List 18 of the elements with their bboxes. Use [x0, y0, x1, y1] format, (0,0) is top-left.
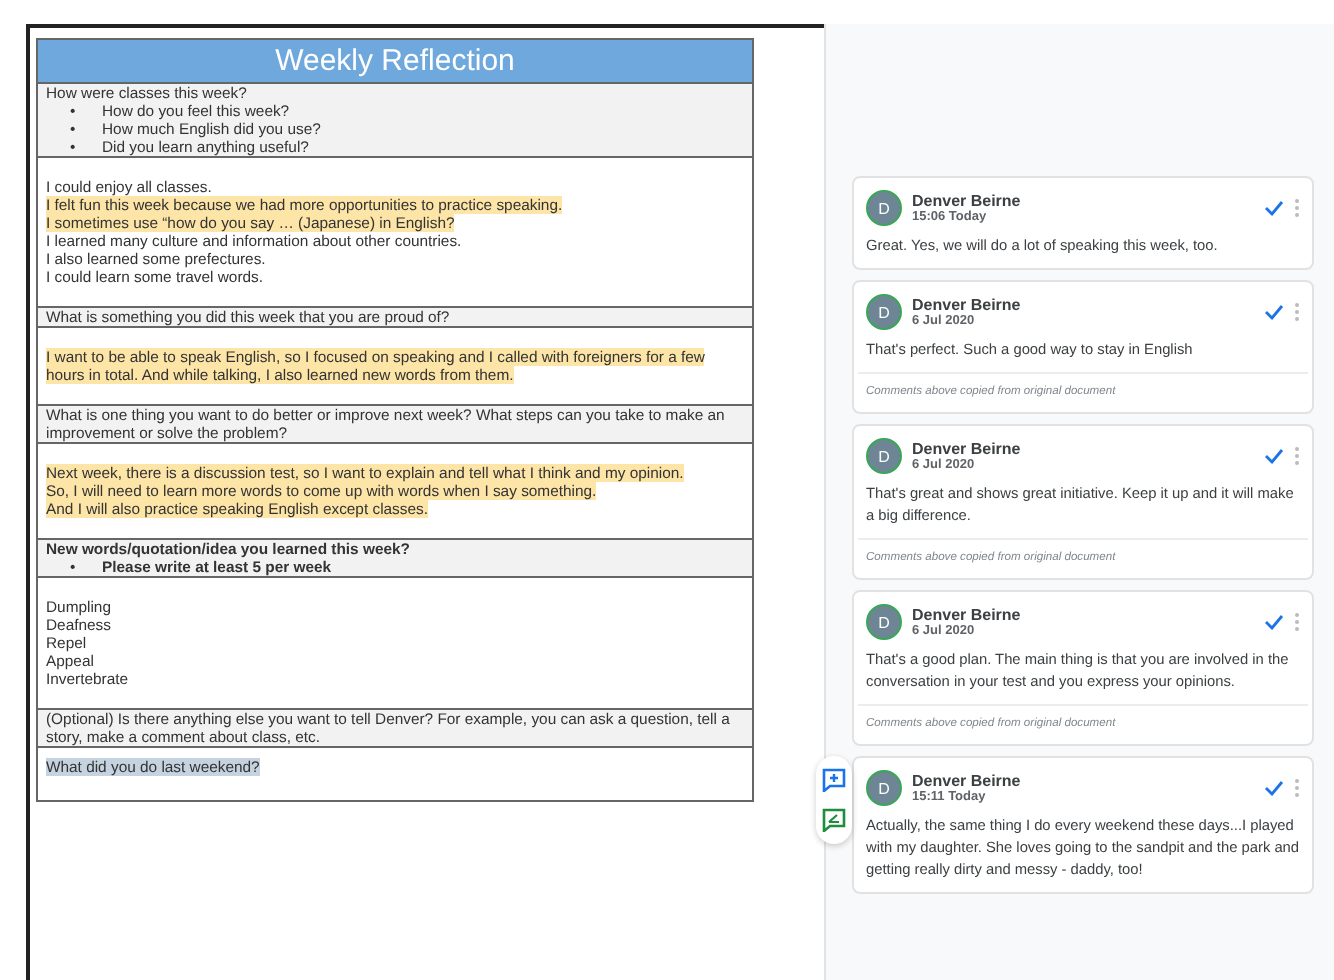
document-title: Weekly Reflection — [38, 40, 752, 84]
avatar: D — [866, 190, 902, 226]
add-comment-icon[interactable] — [822, 768, 846, 792]
avatar: D — [866, 604, 902, 640]
suggest-edit-icon[interactable] — [822, 808, 846, 832]
avatar: D — [866, 294, 902, 330]
resolve-check-icon[interactable] — [1264, 780, 1284, 796]
resolve-check-icon[interactable] — [1264, 614, 1284, 630]
author-name: Denver Beirne — [912, 192, 1023, 210]
resolve-check-icon[interactable] — [1264, 304, 1284, 320]
author-name: Denver Beirne — [912, 606, 1023, 624]
avatar: D — [866, 438, 902, 474]
author-name: Denver Beirne — [912, 296, 1023, 314]
author-name: Denver Beirne — [912, 440, 1023, 458]
resolve-check-icon[interactable] — [1264, 448, 1284, 464]
author-name: Denver Beirne — [912, 772, 1023, 790]
avatar: D — [866, 770, 902, 806]
resolve-check-icon[interactable] — [1264, 200, 1284, 216]
